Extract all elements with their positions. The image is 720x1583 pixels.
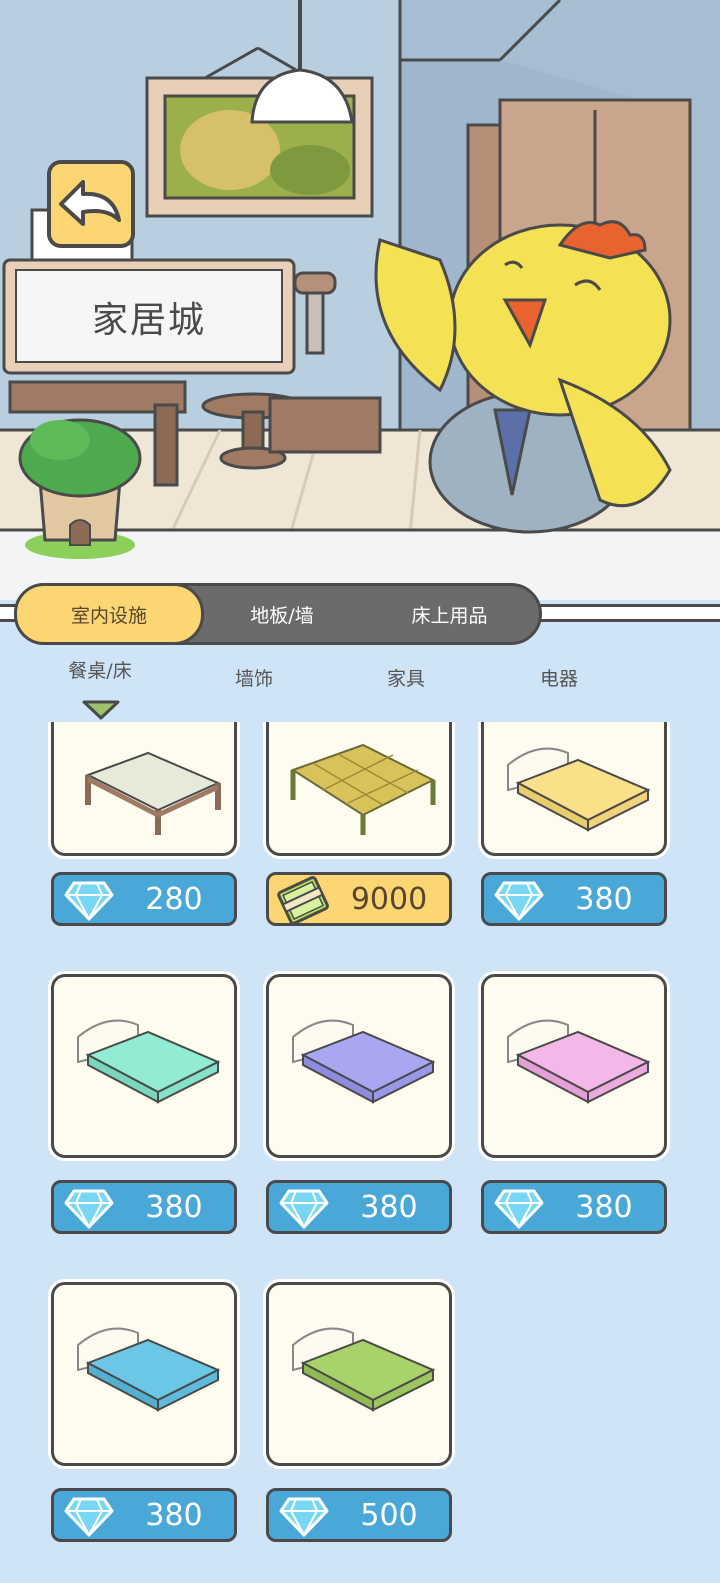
- price-value: 380: [575, 881, 633, 917]
- diamond-icon: [64, 1497, 114, 1537]
- item-card-yellow-bed[interactable]: [481, 722, 667, 856]
- price-button-wooden-bed[interactable]: 280: [51, 872, 237, 926]
- category-tabbar: 室内设施 地板/墙 床上用品: [14, 583, 542, 645]
- bamboo-bed-icon: [290, 743, 436, 835]
- subtab-furniture[interactable]: 家具: [346, 664, 466, 691]
- yellow-bed-icon: [507, 747, 651, 832]
- title-sign: 家居城: [2, 258, 296, 375]
- subtab-appliances[interactable]: 电器: [499, 664, 619, 691]
- wooden-bed-icon: [85, 751, 221, 835]
- subtab-wall-decor[interactable]: 墙饰: [194, 664, 314, 691]
- price-button-pink-bed[interactable]: 380: [481, 1180, 667, 1234]
- item-card-wooden-bed[interactable]: [51, 722, 237, 856]
- diamond-icon: [279, 1497, 329, 1537]
- item-card-green-bed[interactable]: [266, 1282, 452, 1466]
- tab-indoor-facilities[interactable]: 室内设施: [14, 583, 204, 645]
- price-button-yellow-bed[interactable]: 380: [481, 872, 667, 926]
- price-value: 380: [145, 1497, 203, 1533]
- diamond-icon: [494, 881, 544, 921]
- price-value: 500: [360, 1497, 418, 1533]
- back-button[interactable]: [47, 160, 135, 248]
- price-value: 380: [360, 1189, 418, 1225]
- diamond-icon: [64, 881, 114, 921]
- item-card-blue-bed[interactable]: [51, 1282, 237, 1466]
- price-button-green-bed[interactable]: 500: [266, 1488, 452, 1542]
- diamond-icon: [279, 1189, 329, 1229]
- price-button-mint-bed[interactable]: 380: [51, 1180, 237, 1234]
- purple-bed-icon: [292, 1019, 436, 1104]
- diamond-icon: [64, 1189, 114, 1229]
- divider-stripe: [540, 604, 720, 622]
- tab-bedding[interactable]: 床上用品: [362, 586, 537, 642]
- blue-bed-icon: [77, 1327, 221, 1412]
- pink-bed-icon: [507, 1019, 651, 1104]
- item-card-purple-bed[interactable]: [266, 974, 452, 1158]
- price-button-purple-bed[interactable]: 380: [266, 1180, 452, 1234]
- back-arrow-icon: [47, 160, 135, 248]
- item-card-bamboo-bed[interactable]: [266, 722, 452, 856]
- page-title: 家居城: [91, 299, 206, 341]
- tab-floor-wall[interactable]: 地板/墙: [207, 586, 357, 642]
- selected-indicator-icon: [82, 700, 120, 720]
- cash-stack-icon: [277, 876, 329, 925]
- green-bed-icon: [292, 1327, 436, 1412]
- item-card-pink-bed[interactable]: [481, 974, 667, 1158]
- mint-bed-icon: [77, 1019, 221, 1104]
- item-grid: 280 9000 380 380 380 380 380 500: [0, 722, 720, 1583]
- diamond-icon: [494, 1189, 544, 1229]
- price-value: 380: [575, 1189, 633, 1225]
- price-value: 280: [145, 881, 203, 917]
- price-button-blue-bed[interactable]: 380: [51, 1488, 237, 1542]
- item-card-mint-bed[interactable]: [51, 974, 237, 1158]
- price-value: 9000: [350, 881, 428, 917]
- price-button-bamboo-bed[interactable]: 9000: [266, 872, 452, 926]
- price-value: 380: [145, 1189, 203, 1225]
- subtab-table-bed[interactable]: 餐桌/床: [40, 656, 160, 683]
